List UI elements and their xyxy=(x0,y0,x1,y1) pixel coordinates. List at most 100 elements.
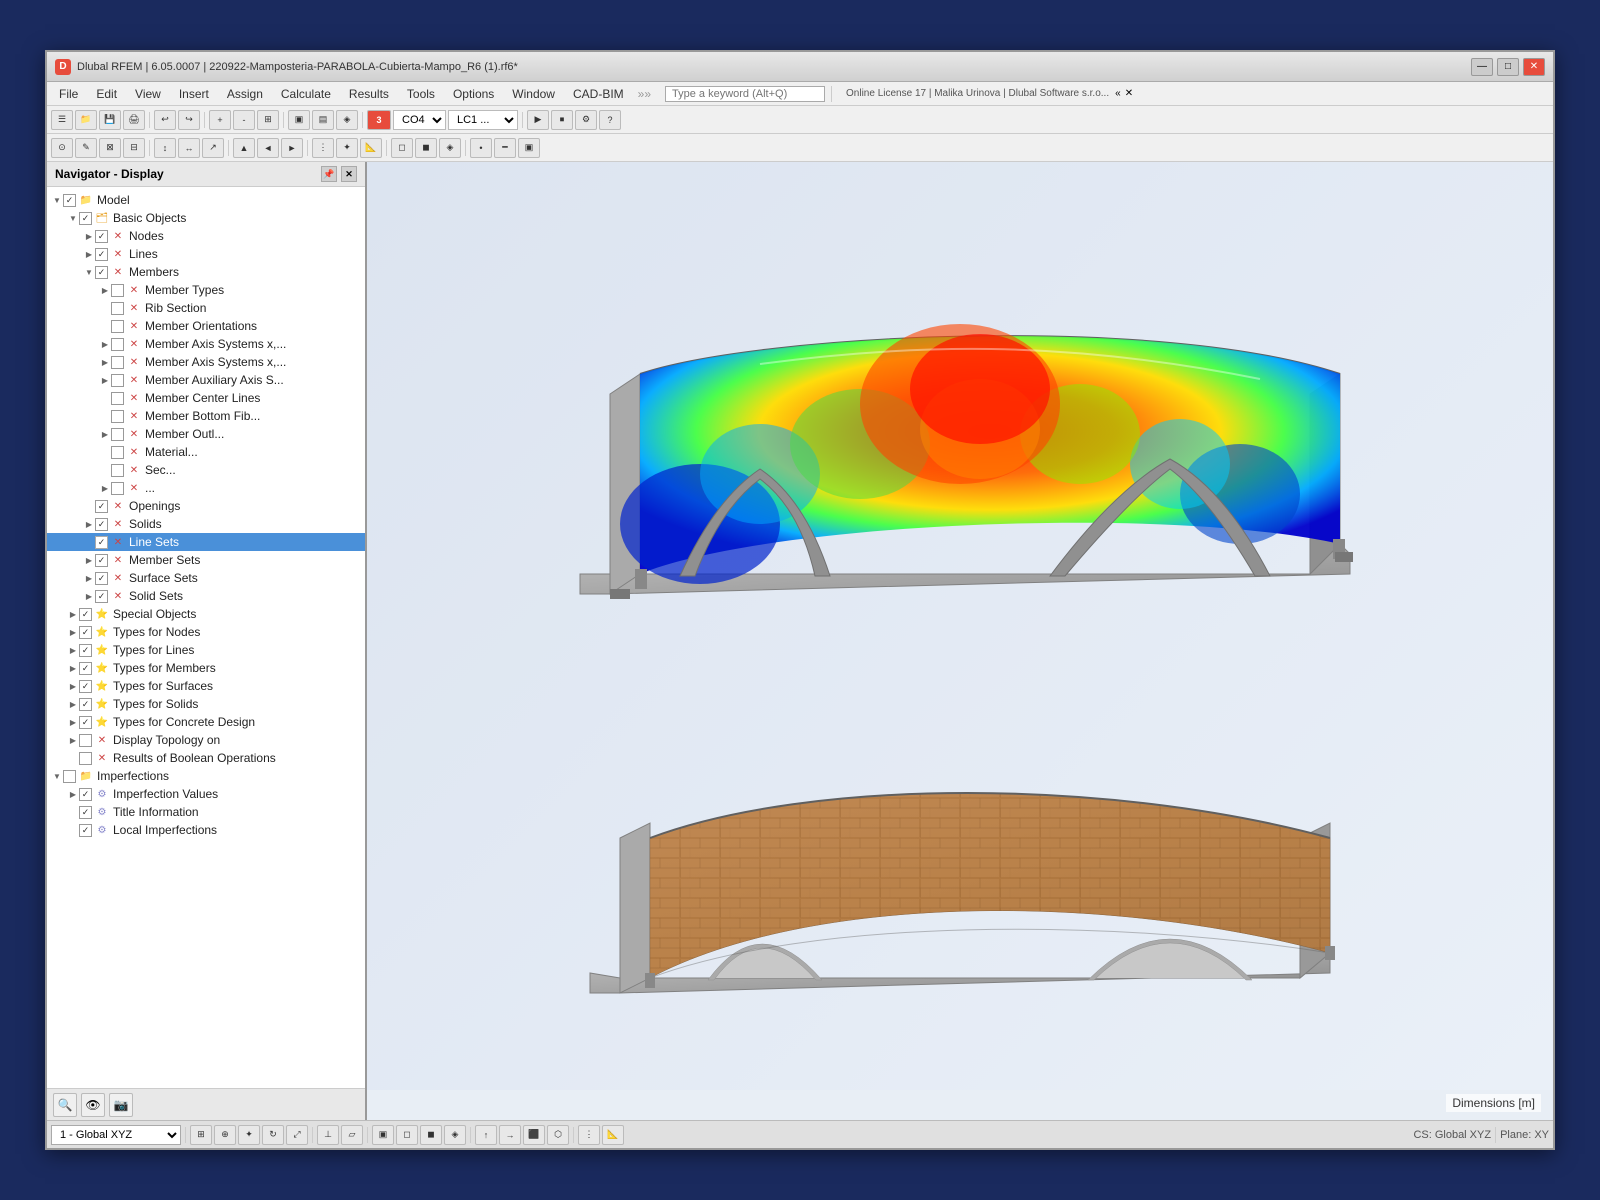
nav-pin-button[interactable]: 📌 xyxy=(321,166,337,182)
tb2-8[interactable]: ▲ xyxy=(233,138,255,158)
tb2-7[interactable]: ↗ xyxy=(202,138,224,158)
basic-checkbox[interactable] xyxy=(79,212,92,225)
model-expand[interactable] xyxy=(51,194,63,206)
menu-view[interactable]: View xyxy=(127,85,169,103)
maxis2-expand[interactable] xyxy=(99,356,111,368)
tb2-measure[interactable]: 📐 xyxy=(360,138,382,158)
menu-insert[interactable]: Insert xyxy=(171,85,217,103)
tree-maux[interactable]: ✕ Member Auxiliary Axis S... xyxy=(47,371,365,389)
members-checkbox[interactable] xyxy=(95,266,108,279)
mtypes-expand[interactable] xyxy=(99,284,111,296)
rboolean-checkbox[interactable] xyxy=(79,752,92,765)
tb-zoom-out[interactable]: - xyxy=(233,110,255,130)
tsolids-checkbox[interactable] xyxy=(79,698,92,711)
mbottom-checkbox[interactable] xyxy=(111,410,124,423)
menu-options[interactable]: Options xyxy=(445,85,502,103)
bt-view-front[interactable]: ↑ xyxy=(475,1125,497,1145)
tree-surface-sets[interactable]: ✕ Surface Sets xyxy=(47,569,365,587)
close-button[interactable]: ✕ xyxy=(1523,58,1545,76)
tb-view1[interactable]: ▣ xyxy=(288,110,310,130)
tb2-4[interactable]: ⊟ xyxy=(123,138,145,158)
tree-members[interactable]: ✕ Members xyxy=(47,263,365,281)
tb2-surf[interactable]: ▣ xyxy=(518,138,540,158)
bt-grid-toggle[interactable]: ⋮ xyxy=(578,1125,600,1145)
tnodes-expand[interactable] xyxy=(67,626,79,638)
bt-display3[interactable]: ◼ xyxy=(420,1125,442,1145)
bt-display2[interactable]: ◻ xyxy=(396,1125,418,1145)
tb2-2[interactable]: ✎ xyxy=(75,138,97,158)
tree-types-solids[interactable]: ⭐ Types for Solids xyxy=(47,695,365,713)
tb-help[interactable]: ? xyxy=(599,110,621,130)
tlines-expand[interactable] xyxy=(67,644,79,656)
tree-rib-section[interactable]: ✕ Rib Section xyxy=(47,299,365,317)
tnodes-checkbox[interactable] xyxy=(79,626,92,639)
viewport[interactable]: Dimensions [m] xyxy=(367,162,1553,1120)
minimize-button[interactable]: — xyxy=(1471,58,1493,76)
maux-expand[interactable] xyxy=(99,374,111,386)
bt-snap1[interactable]: ⊞ xyxy=(190,1125,212,1145)
tconcrete-expand[interactable] xyxy=(67,716,79,728)
menu-cadbim[interactable]: CAD-BIM xyxy=(565,85,632,103)
lines-expand[interactable] xyxy=(83,248,95,260)
menu-results[interactable]: Results xyxy=(341,85,397,103)
solidsets-expand[interactable] xyxy=(83,590,95,602)
bt-display1[interactable]: ▣ xyxy=(372,1125,394,1145)
tree-types-nodes[interactable]: ⭐ Types for Nodes xyxy=(47,623,365,641)
rib-checkbox[interactable] xyxy=(111,302,124,315)
impval-expand[interactable] xyxy=(67,788,79,800)
tree-truncated[interactable]: ✕ ... xyxy=(47,479,365,497)
menu-calculate[interactable]: Calculate xyxy=(273,85,339,103)
tree-display-topology[interactable]: ✕ Display Topology on xyxy=(47,731,365,749)
basic-expand[interactable] xyxy=(67,212,79,224)
bt-view-3d[interactable]: ⬡ xyxy=(547,1125,569,1145)
tree-material[interactable]: ✕ Material... xyxy=(47,443,365,461)
nav-close-button[interactable]: ✕ xyxy=(341,166,357,182)
load-combo-selector[interactable]: LC1 ... LC2 ... xyxy=(448,110,518,130)
tb-view2[interactable]: ▤ xyxy=(312,110,334,130)
menu-edit[interactable]: Edit xyxy=(88,85,125,103)
tb2-grid[interactable]: ⋮ xyxy=(312,138,334,158)
nodes-checkbox[interactable] xyxy=(95,230,108,243)
tconcrete-checkbox[interactable] xyxy=(79,716,92,729)
maux-checkbox[interactable] xyxy=(111,374,124,387)
tree-line-sets[interactable]: ✕ Line Sets xyxy=(47,533,365,551)
tree-moutline[interactable]: ✕ Member Outl... xyxy=(47,425,365,443)
tb-settings[interactable]: ⚙ xyxy=(575,110,597,130)
tree-openings[interactable]: ✕ Openings xyxy=(47,497,365,515)
mcenter-checkbox[interactable] xyxy=(111,392,124,405)
section-checkbox[interactable] xyxy=(111,464,124,477)
tb2-5[interactable]: ↕ xyxy=(154,138,176,158)
tb2-6[interactable]: ↔ xyxy=(178,138,200,158)
bt-display4[interactable]: ◈ xyxy=(444,1125,466,1145)
specobj-checkbox[interactable] xyxy=(79,608,92,621)
tb-redo[interactable]: ↪ xyxy=(178,110,200,130)
tb2-3[interactable]: ⊠ xyxy=(99,138,121,158)
tsurfaces-expand[interactable] xyxy=(67,680,79,692)
membersets-expand[interactable] xyxy=(83,554,95,566)
nav-eye-btn[interactable]: 👁 xyxy=(81,1093,105,1117)
collapse-license[interactable]: « xyxy=(1115,88,1121,99)
tb-print[interactable]: 🖨 xyxy=(123,110,145,130)
maxis1-checkbox[interactable] xyxy=(111,338,124,351)
menu-file[interactable]: File xyxy=(51,85,86,103)
tb2-render[interactable]: ◈ xyxy=(439,138,461,158)
tree-types-lines[interactable]: ⭐ Types for Lines xyxy=(47,641,365,659)
tlines-checkbox[interactable] xyxy=(79,644,92,657)
tree-maxis1[interactable]: ✕ Member Axis Systems x,... xyxy=(47,335,365,353)
tree-imperfection-values[interactable]: ⚙ Imperfection Values xyxy=(47,785,365,803)
nodes-expand[interactable] xyxy=(83,230,95,242)
dtopology-checkbox[interactable] xyxy=(79,734,92,747)
titleinfo-checkbox[interactable] xyxy=(79,806,92,819)
tree-special-objects[interactable]: ⭐ Special Objects xyxy=(47,605,365,623)
bt-rotate[interactable]: ↻ xyxy=(262,1125,284,1145)
tree-types-concrete[interactable]: ⭐ Types for Concrete Design xyxy=(47,713,365,731)
bt-scale[interactable]: ⤢ xyxy=(286,1125,308,1145)
tmembers-expand[interactable] xyxy=(67,662,79,674)
menu-window[interactable]: Window xyxy=(504,85,563,103)
localimperf-checkbox[interactable] xyxy=(79,824,92,837)
tb-open[interactable]: 📁 xyxy=(75,110,97,130)
bt-snap2[interactable]: ⊕ xyxy=(214,1125,236,1145)
navigator-tree[interactable]: 📁 Model 🗂 Basic Objects ✕ Nodes xyxy=(47,187,365,1088)
tb-undo[interactable]: ↩ xyxy=(154,110,176,130)
moutline-expand[interactable] xyxy=(99,428,111,440)
